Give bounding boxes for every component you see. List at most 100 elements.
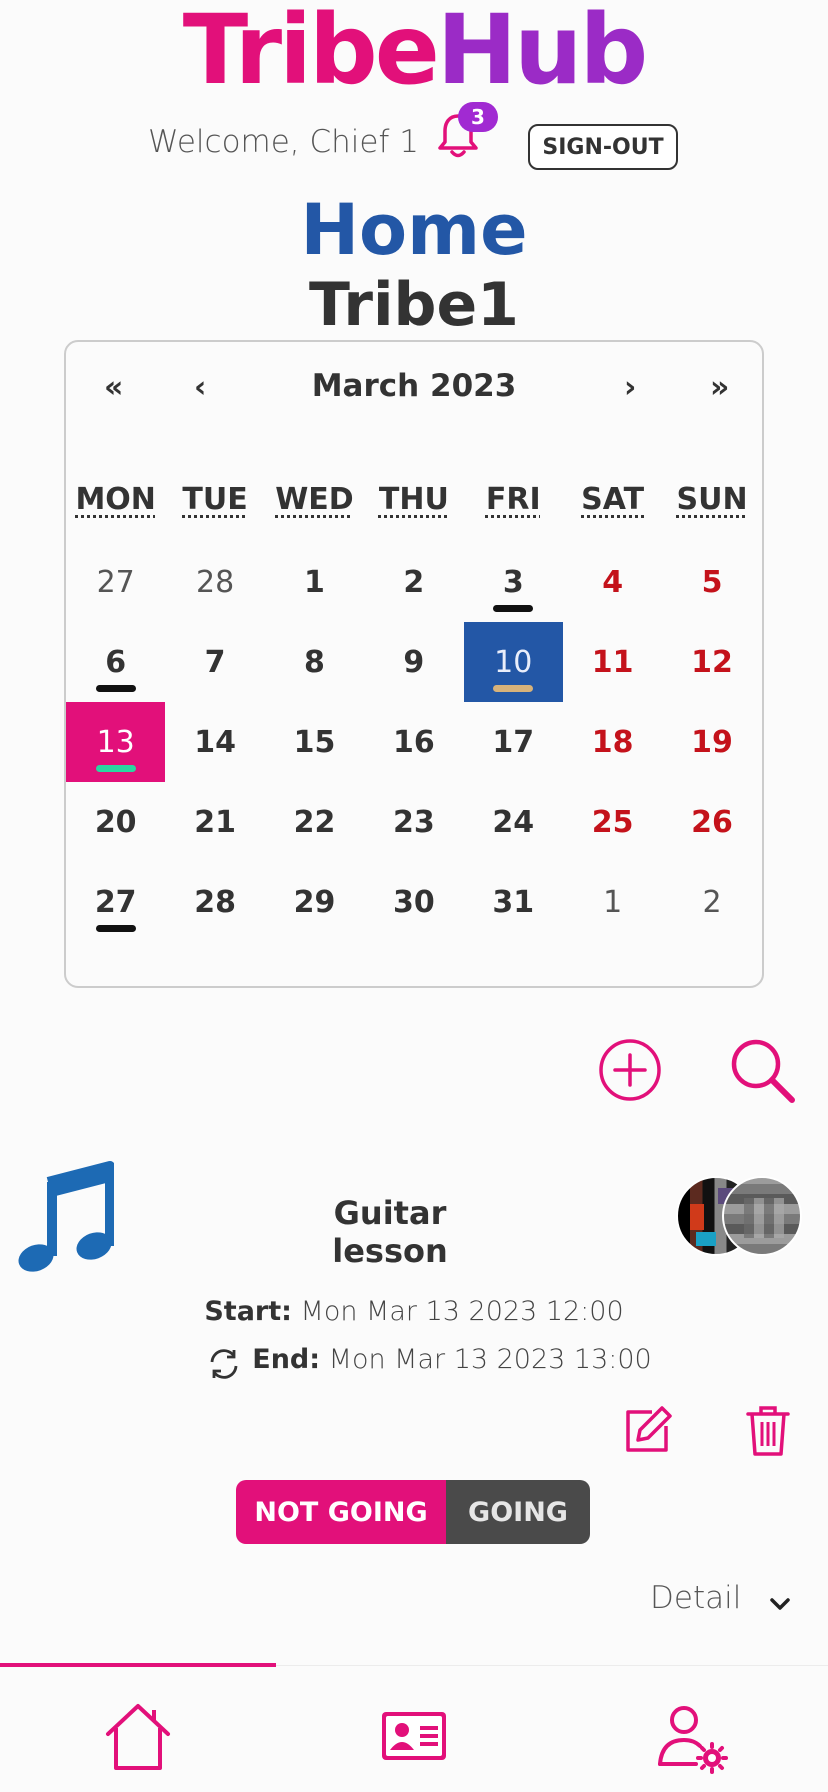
weekday-label: SAT <box>581 482 645 517</box>
start-label: Start: <box>204 1296 292 1327</box>
calendar-day[interactable]: 23 <box>364 782 463 862</box>
calendar-day[interactable]: 7 <box>165 622 264 702</box>
weekday-label: FRI <box>485 482 541 517</box>
calendar-day[interactable]: 5 <box>662 542 761 622</box>
calendar-day[interactable]: 15 <box>265 702 364 782</box>
calendar: « ‹ March 2023 › » MON TUE WED THU FRI S… <box>64 340 764 988</box>
calendar-day[interactable]: 11 <box>563 622 662 702</box>
chevron-down-icon[interactable] <box>766 1590 794 1618</box>
calendar-day[interactable]: 21 <box>165 782 264 862</box>
calendar-day[interactable]: 2 <box>662 862 761 942</box>
notification-badge: 3 <box>458 102 498 132</box>
logo-tribe: Tribe <box>182 0 440 106</box>
calendar-day-number: 30 <box>392 884 435 920</box>
calendar-day[interactable]: 16 <box>364 702 463 782</box>
event-indicator <box>493 605 534 612</box>
id-card-icon[interactable] <box>374 1696 454 1776</box>
calendar-day-number: 15 <box>293 724 336 760</box>
calendar-day[interactable]: 22 <box>265 782 364 862</box>
calendar-day-number: 2 <box>702 884 722 920</box>
calendar-day-number: 17 <box>492 724 535 760</box>
calendar-day[interactable]: 24 <box>464 782 563 862</box>
attendance-toggle: NOT GOING GOING <box>236 1480 590 1544</box>
welcome-text: Welcome, Chief 1 <box>148 124 419 160</box>
event-indicator <box>95 765 136 772</box>
calendar-day[interactable]: 18 <box>563 702 662 782</box>
detail-toggle[interactable]: Detail <box>650 1580 741 1616</box>
calendar-day[interactable]: 19 <box>662 702 761 782</box>
calendar-day[interactable]: 17 <box>464 702 563 782</box>
calendar-day-number: 16 <box>392 724 435 760</box>
calendar-day[interactable]: 10 <box>463 622 563 702</box>
delete-trash-icon[interactable] <box>744 1404 792 1458</box>
calendar-day[interactable]: 28 <box>165 862 264 942</box>
home-icon[interactable] <box>98 1696 178 1776</box>
calendar-day[interactable]: 26 <box>662 782 761 862</box>
calendar-day[interactable]: 27 <box>66 862 165 942</box>
calendar-day[interactable]: 2 <box>364 542 463 622</box>
calendar-day-number: 9 <box>403 644 425 680</box>
calendar-day[interactable]: 8 <box>265 622 364 702</box>
calendar-day[interactable]: 29 <box>265 862 364 942</box>
not-going-button[interactable]: NOT GOING <box>236 1480 446 1544</box>
calendar-day-number: 23 <box>392 804 435 840</box>
start-value: Mon Mar 13 2023 12:00 <box>300 1296 624 1327</box>
edit-icon[interactable] <box>622 1404 674 1456</box>
add-event-icon[interactable] <box>598 1038 662 1102</box>
calendar-day[interactable]: 12 <box>662 622 761 702</box>
calendar-day-number: 27 <box>96 564 135 600</box>
calendar-day-number: 2 <box>403 564 425 600</box>
calendar-day-number: 21 <box>194 804 236 840</box>
calendar-day[interactable]: 6 <box>66 622 165 702</box>
end-label: End: <box>252 1344 321 1375</box>
calendar-day-number: 10 <box>494 644 533 680</box>
user-settings-icon[interactable] <box>652 1696 732 1776</box>
weekday-label: TUE <box>182 482 248 517</box>
event-start-line: Start: Mon Mar 13 2023 12:00 <box>0 1296 828 1327</box>
calendar-day[interactable]: 3 <box>464 542 563 622</box>
calendar-day[interactable]: 27 <box>66 542 165 622</box>
calendar-day[interactable]: 30 <box>364 862 463 942</box>
calendar-day-number: 31 <box>492 884 535 920</box>
calendar-day-number: 19 <box>691 724 733 760</box>
calendar-day-number: 11 <box>591 644 634 680</box>
calendar-day[interactable]: 9 <box>364 622 463 702</box>
calendar-day[interactable]: 1 <box>563 862 662 942</box>
calendar-next-month-button[interactable]: › <box>624 370 636 405</box>
avatar[interactable] <box>722 1176 802 1256</box>
calendar-day[interactable]: 1 <box>265 542 364 622</box>
calendar-day-number: 29 <box>293 884 336 920</box>
calendar-day-number: 26 <box>691 804 733 840</box>
calendar-day-number: 20 <box>94 804 137 840</box>
signout-button[interactable]: SIGN-OUT <box>528 124 678 170</box>
calendar-day-number: 7 <box>204 644 226 680</box>
music-note-icon <box>18 1161 114 1272</box>
calendar-day-number: 5 <box>701 564 723 600</box>
calendar-day-number: 28 <box>194 884 236 920</box>
calendar-day[interactable]: 14 <box>165 702 264 782</box>
calendar-day[interactable]: 13 <box>66 702 166 782</box>
weekday-label: SUN <box>676 482 748 517</box>
bottom-nav-active-indicator <box>0 1663 276 1667</box>
tribe-name: Tribe1 <box>309 270 519 340</box>
logo-hub: Hub <box>436 0 648 106</box>
search-icon[interactable] <box>728 1036 798 1106</box>
page: TribeHub Welcome, Chief 1 3 SIGN-OUT Hom… <box>0 0 828 1792</box>
app-logo: TribeHub <box>0 0 828 100</box>
calendar-next-year-button[interactable]: » <box>710 370 729 405</box>
calendar-day[interactable]: 28 <box>165 542 264 622</box>
attendee-avatars[interactable] <box>676 1176 806 1260</box>
calendar-day[interactable]: 20 <box>66 782 165 862</box>
going-button[interactable]: GOING <box>446 1480 590 1544</box>
calendar-day[interactable]: 31 <box>464 862 563 942</box>
calendar-day-number: 24 <box>492 804 535 840</box>
page-title: Home <box>300 189 528 271</box>
weekday-label: WED <box>275 482 354 517</box>
calendar-day[interactable]: 4 <box>563 542 662 622</box>
calendar-day[interactable]: 25 <box>563 782 662 862</box>
calendar-day-number: 14 <box>194 724 236 760</box>
calendar-day-number: 8 <box>304 644 325 680</box>
calendar-day-number: 28 <box>195 564 235 600</box>
end-value: Mon Mar 13 2023 13:00 <box>328 1344 652 1375</box>
calendar-day-number: 1 <box>603 884 623 920</box>
